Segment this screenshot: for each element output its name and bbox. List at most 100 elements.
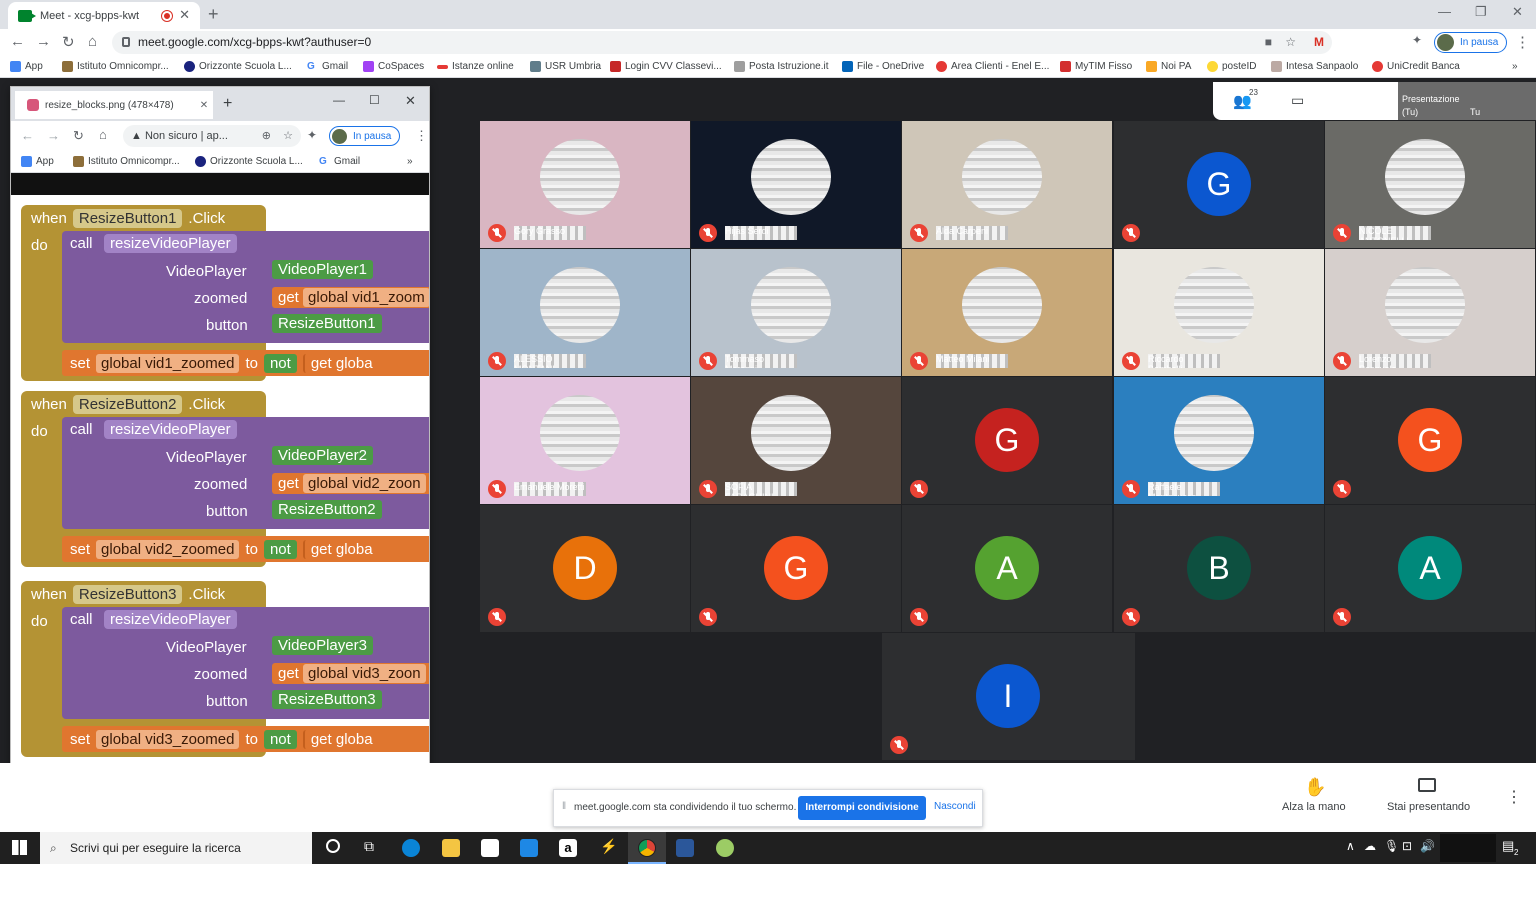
component-dropdown[interactable]: ResizeButton2 [72, 394, 183, 414]
participant-tile[interactable]: G [902, 377, 1112, 504]
restore-icon[interactable]: ❐ [1475, 4, 1487, 20]
bookmark-item[interactable]: posteID [1207, 61, 1256, 72]
bookmark-item[interactable]: Istituto Omnicompr... [62, 61, 169, 72]
procedure-dropdown[interactable]: resizeVideoPlayer [104, 420, 237, 439]
clock-area[interactable] [1440, 834, 1496, 862]
forward-icon[interactable]: → [36, 33, 51, 50]
bookmark-item[interactable]: G Gmail [307, 61, 348, 72]
drag-handle-icon[interactable]: ‖ [562, 801, 566, 812]
participant-tile[interactable]: Hijas Serdi [691, 121, 901, 248]
get-block[interactable]: get globa [302, 729, 379, 749]
variable-dropdown[interactable]: global vid3_zoon [303, 664, 426, 683]
chrome-taskbar-button[interactable] [628, 832, 666, 864]
participant-tile[interactable]: B [1114, 505, 1324, 632]
participant-tile[interactable]: NICOLE ANTONELLI [1325, 121, 1535, 248]
taskbar-search[interactable]: ⌕ Scrivi qui per eseguire la ricerca [40, 832, 312, 864]
bookmark-item[interactable]: USR Umbria [530, 61, 601, 72]
close-window-icon[interactable]: ✕ [1512, 4, 1523, 20]
bookmark-item[interactable]: Intesa Sanpaolo [1271, 61, 1358, 72]
bookmark-item[interactable]: Istituto Omnicompr... [73, 156, 180, 167]
procedure-dropdown[interactable]: resizeVideoPlayer [104, 610, 237, 629]
extensions-icon[interactable]: ✦ [307, 128, 317, 142]
set-block[interactable]: set global vid2_zoomed to not get globa [62, 536, 429, 562]
amazon-icon[interactable]: a [559, 839, 577, 857]
participant-tile[interactable]: Emanuele Moretti [480, 377, 690, 504]
participant-tile[interactable]: Alda Carpeni [902, 121, 1112, 248]
participant-tile[interactable]: Riccardo Bombelli [1114, 249, 1324, 376]
chat-icon[interactable]: ▭ [1291, 92, 1304, 109]
get-block[interactable]: get globa [302, 353, 379, 373]
participant-tile[interactable]: Raffaele Montecucco [1114, 377, 1324, 504]
minimize-icon[interactable]: — [333, 93, 345, 107]
bookmark-item[interactable]: G Gmail [319, 156, 360, 167]
set-block[interactable]: set global vid3_zoomed to not get globa [62, 726, 429, 752]
variable-dropdown[interactable]: global vid2_zoomed [96, 539, 240, 559]
close-window-icon[interactable]: ✕ [405, 93, 416, 109]
get-block[interactable]: get global vid3_zoon [272, 663, 429, 684]
component-dropdown[interactable]: ResizeButton3 [72, 584, 183, 604]
bookmark-item[interactable]: App [10, 61, 43, 72]
more-options-icon[interactable]: ⋮ [1506, 787, 1522, 807]
menu-kebab-icon[interactable]: ⋮ [1515, 33, 1530, 51]
bookmark-item[interactable]: Noi PA [1146, 61, 1191, 72]
participant-tile[interactable]: A [1325, 505, 1535, 632]
cortana-icon[interactable] [326, 839, 340, 853]
tray-chevron-icon[interactable]: ∧ [1346, 839, 1355, 853]
file-explorer-icon[interactable] [442, 839, 460, 857]
bookmark-item[interactable]: Posta Istruzione.it [734, 61, 828, 72]
participant-tile[interactable]: G [1114, 121, 1324, 248]
bookmark-item[interactable]: Area Clienti - Enel E... [936, 61, 1049, 72]
button-block[interactable]: ResizeButton3 [272, 690, 382, 709]
profile-button[interactable]: In pausa [1434, 32, 1508, 53]
bookmark-item[interactable]: Istanze online [437, 61, 514, 72]
close-tab-icon[interactable]: ✕ [200, 100, 208, 111]
variable-dropdown[interactable]: global vid2_zoon [303, 474, 426, 493]
get-block[interactable]: get global vid2_zoon [272, 473, 429, 494]
self-preview[interactable]: Presentazione (Tu) Tu [1398, 82, 1536, 120]
new-tab-button[interactable]: + [208, 4, 219, 25]
zoom-icon[interactable]: ⊕ [262, 125, 271, 147]
videoplayer-block[interactable]: VideoPlayer3 [272, 636, 373, 655]
reload-icon[interactable]: ↻ [62, 33, 75, 51]
menu-kebab-icon[interactable]: ⋮ [415, 128, 428, 144]
participant-tile[interactable]: Matteo Milani [902, 249, 1112, 376]
present-icon[interactable] [1418, 778, 1436, 792]
set-block[interactable]: set global vid1_zoomed to not get globa [62, 350, 429, 376]
bookmark-item[interactable]: UniCredit Banca [1372, 61, 1460, 72]
profile-button[interactable]: In pausa [329, 126, 401, 146]
procedure-dropdown[interactable]: resizeVideoPlayer [104, 234, 237, 253]
maximize-icon[interactable]: ☐ [369, 93, 380, 107]
back-icon[interactable]: ← [10, 33, 25, 50]
app-icon[interactable]: ⚡ [600, 838, 617, 855]
new-tab-button[interactable]: + [223, 95, 232, 113]
url-field[interactable]: meet.google.com/xcg-bpps-kwt?authuser=0 … [112, 31, 1332, 54]
volume-icon[interactable]: 🔊 [1420, 839, 1435, 853]
participant-tile[interactable]: G [691, 505, 901, 632]
bookmark-item[interactable]: Orizzonte Scuola L... [184, 61, 292, 72]
close-tab-icon[interactable]: ✕ [179, 7, 190, 23]
store-icon[interactable] [481, 839, 499, 857]
bookmarks-more-icon[interactable]: » [1512, 61, 1518, 72]
raise-hand-button[interactable]: Alza la mano [1282, 801, 1346, 813]
popup-url-field[interactable]: ▲ Non sicuro | ap... ⊕ ☆ [123, 125, 301, 147]
not-block[interactable]: not [263, 539, 297, 559]
bookmark-item[interactable]: MyTIM Fisso [1060, 61, 1132, 72]
variable-dropdown[interactable]: global vid1_zoomed [96, 353, 240, 373]
star-icon[interactable]: ☆ [283, 125, 293, 147]
participant-tile[interactable]: Lorenzo Pasquale [1325, 249, 1535, 376]
variable-dropdown[interactable]: global vid1_zoom [303, 288, 429, 307]
minimize-icon[interactable]: — [1438, 4, 1451, 19]
not-block[interactable]: not [263, 353, 297, 373]
participant-tile[interactable]: A [902, 505, 1112, 632]
videoplayer-block[interactable]: VideoPlayer2 [272, 446, 373, 465]
participant-tile[interactable]: D [480, 505, 690, 632]
edge-icon[interactable] [402, 839, 420, 857]
extensions-icon[interactable]: ✦ [1412, 33, 1422, 47]
camera-icon[interactable]: ■ [1265, 31, 1272, 54]
participant-tile[interactable]: I [882, 633, 1135, 760]
gmail-extension-icon[interactable]: M [1314, 31, 1324, 54]
participant-tile[interactable]: Gory Grasso [480, 121, 690, 248]
participant-tile[interactable]: SOFIA FARAGHINI [691, 377, 901, 504]
button-block[interactable]: ResizeButton2 [272, 500, 382, 519]
bookmark-item[interactable]: Login CVV Classevi... [610, 61, 722, 72]
